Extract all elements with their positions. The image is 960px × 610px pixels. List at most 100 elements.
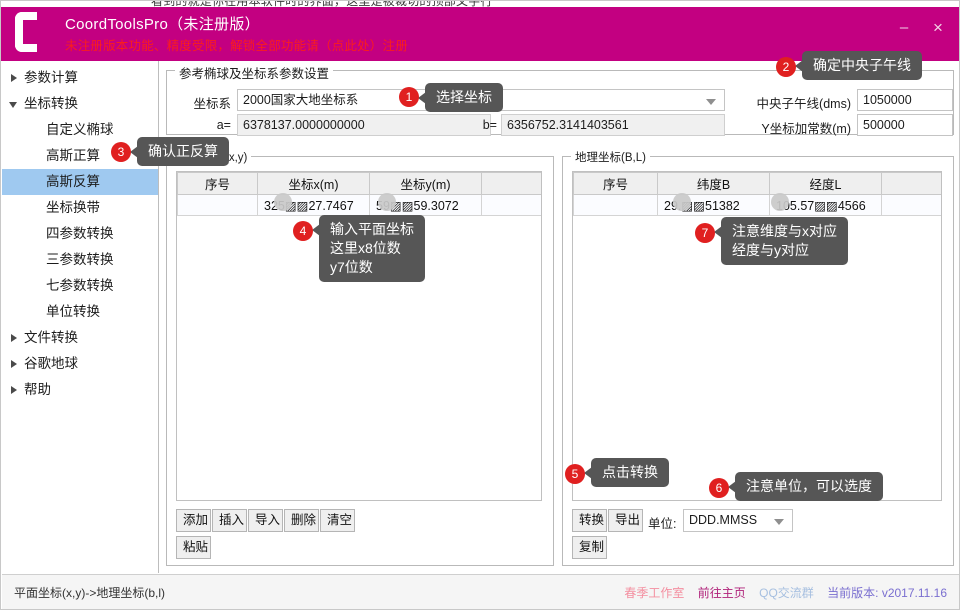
column-header-blank[interactable] xyxy=(881,172,941,195)
callout-5: 点击转换 xyxy=(584,458,669,487)
column-header-blank[interactable] xyxy=(481,172,541,195)
sidebar-item-label: 参数计算 xyxy=(24,70,78,85)
status-link-qq-group[interactable]: QQ交流群 xyxy=(759,586,814,600)
unit-value: DDD.MMSS xyxy=(689,513,758,527)
callout-badge-6: 6 xyxy=(709,478,729,498)
delete-button[interactable]: 删除 xyxy=(284,509,319,532)
sidebar-item-gauss-inverse[interactable]: 高斯反算 xyxy=(2,169,158,195)
sidebar-item-seven-param[interactable]: 七参数转换 xyxy=(2,273,158,299)
cell-index[interactable] xyxy=(573,194,658,216)
close-button[interactable]: × xyxy=(925,17,951,39)
sidebar-item-custom-ellipsoid[interactable]: 自定义椭球 xyxy=(2,117,158,143)
insert-button[interactable]: 插入 xyxy=(212,509,247,532)
import-button[interactable]: 导入 xyxy=(248,509,283,532)
redaction-dot xyxy=(274,193,292,211)
minimize-button[interactable]: – xyxy=(891,17,917,39)
callout-badge-2: 2 xyxy=(776,57,796,77)
chevron-right-icon xyxy=(11,74,17,82)
sidebar-item-label: 自定义椭球 xyxy=(46,122,114,137)
semi-minor-label: b= xyxy=(482,118,497,132)
status-version-label[interactable]: 当前版本: v2017.11.16 xyxy=(827,586,947,600)
status-links: 春季工作室 前往主页 QQ交流群 当前版本: v2017.11.16 xyxy=(614,584,947,601)
sidebar-item-zone-change[interactable]: 坐标换带 xyxy=(2,195,158,221)
sidebar-item-label: 文件转换 xyxy=(24,330,78,345)
sidebar-item-help[interactable]: 帮助 xyxy=(2,377,158,403)
status-bar: 平面坐标(x,y)->地理坐标(b,l) 春季工作室 前往主页 QQ交流群 当前… xyxy=(2,574,959,609)
sidebar-item-param-calc[interactable]: 参数计算 xyxy=(2,65,158,91)
callout-badge-5: 5 xyxy=(565,464,585,484)
redaction-dot xyxy=(771,193,789,211)
callout-6: 注意单位，可以选度 xyxy=(728,472,883,501)
callout-1: 选择坐标 xyxy=(418,83,503,112)
app-title: CoordToolsPro（未注册版） xyxy=(65,16,260,33)
app-logo-icon xyxy=(15,12,61,52)
add-button[interactable]: 添加 xyxy=(176,509,211,532)
callout-badge-3: 3 xyxy=(111,142,131,162)
central-meridian-label: 中央子午线(dms) xyxy=(756,97,851,111)
chevron-right-icon xyxy=(11,386,17,394)
chevron-down-icon xyxy=(9,102,17,108)
register-banner-link[interactable]: 未注册版本功能、精度受限，解锁全部功能请（点此处）注册 xyxy=(65,35,408,54)
semi-major-input[interactable]: 6378137.0000000000 xyxy=(237,114,491,136)
y-offset-input[interactable]: 500000 xyxy=(857,114,953,136)
column-header-longitude[interactable]: 经度L xyxy=(769,172,882,195)
column-header-index[interactable]: 序号 xyxy=(177,172,258,195)
sidebar-item-label: 谷歌地球 xyxy=(24,356,78,371)
sidebar-item-label: 七参数转换 xyxy=(46,278,114,293)
sidebar-item-four-param[interactable]: 四参数转换 xyxy=(2,221,158,247)
sidebar-item-three-param[interactable]: 三参数转换 xyxy=(2,247,158,273)
y-offset-label: Y坐标加常数(m) xyxy=(761,122,851,136)
chevron-right-icon xyxy=(11,360,17,368)
geo-coords-title: 地理坐标(B,L) xyxy=(571,149,650,165)
table-header-row: 序号 坐标x(m) 坐标y(m) xyxy=(177,172,541,195)
sidebar-item-label: 单位转换 xyxy=(46,304,100,319)
central-meridian-input[interactable]: 1050000 xyxy=(857,89,953,111)
callout-2: 确定中央子午线 xyxy=(795,51,922,80)
chevron-right-icon xyxy=(11,334,17,342)
sidebar-item-label: 坐标换带 xyxy=(46,200,100,215)
semi-minor-input[interactable]: 6356752.3141403561 xyxy=(501,114,725,136)
copy-button[interactable]: 复制 xyxy=(572,536,607,559)
callout-4: 输入平面坐标 这里x8位数 y7位数 xyxy=(312,215,425,282)
convert-button[interactable]: 转换 xyxy=(572,509,607,532)
redaction-dot xyxy=(378,193,396,211)
semi-major-label: a= xyxy=(216,118,231,132)
coord-system-label: 坐标系 xyxy=(193,97,231,111)
status-conversion-direction: 平面坐标(x,y)->地理坐标(b,l) xyxy=(14,586,165,600)
table-row[interactable]: 29.▨▨51382 105.57▨▨4566 xyxy=(573,194,941,216)
sidebar-item-label: 帮助 xyxy=(24,382,51,397)
table-header-row: 序号 纬度B 经度L xyxy=(573,172,941,195)
sidebar-nav: 参数计算 坐标转换 自定义椭球 高斯正算 高斯反算 坐标换带 四参数转换 三参数… xyxy=(2,61,159,573)
clear-button[interactable]: 清空 xyxy=(320,509,355,532)
column-header-y[interactable]: 坐标y(m) xyxy=(369,172,482,195)
chevron-down-icon xyxy=(706,99,716,105)
sidebar-item-coord-convert[interactable]: 坐标转换 xyxy=(2,91,158,117)
paste-button[interactable]: 粘贴 xyxy=(176,536,211,559)
column-header-latitude[interactable]: 纬度B xyxy=(657,172,770,195)
ellipsoid-params-title: 参考椭球及坐标系参数设置 xyxy=(175,63,334,82)
app-window: 看到的就是你在用本软件时的界面，这里是被裁切的顶部文字行 CoordToolsP… xyxy=(0,0,960,610)
sidebar-item-label: 高斯正算 xyxy=(46,148,100,163)
sidebar-item-google-earth[interactable]: 谷歌地球 xyxy=(2,351,158,377)
coord-system-value: 2000国家大地坐标系 xyxy=(243,93,359,107)
sidebar-item-unit-convert[interactable]: 单位转换 xyxy=(2,299,158,325)
unit-select[interactable]: DDD.MMSS xyxy=(683,509,793,532)
export-button[interactable]: 导出 xyxy=(608,509,643,532)
table-row[interactable]: 325▨▨27.7467 59▨▨59.3072 xyxy=(177,194,541,216)
chevron-down-icon xyxy=(774,519,784,525)
column-header-x[interactable]: 坐标x(m) xyxy=(257,172,370,195)
redaction-dot xyxy=(673,193,691,211)
callout-7: 注意维度与x对应 经度与y对应 xyxy=(714,217,848,265)
callout-badge-7: 7 xyxy=(695,223,715,243)
sidebar-item-label: 高斯反算 xyxy=(46,174,100,189)
sidebar-item-file-convert[interactable]: 文件转换 xyxy=(2,325,158,351)
status-link-homepage[interactable]: 前往主页 xyxy=(698,586,746,600)
sidebar-item-label: 坐标转换 xyxy=(24,96,78,111)
callout-3: 确认正反算 xyxy=(130,137,229,166)
sidebar-item-label: 四参数转换 xyxy=(46,226,114,241)
cell-index[interactable] xyxy=(177,194,258,216)
cell-blank[interactable] xyxy=(881,194,941,216)
cell-blank[interactable] xyxy=(481,194,541,216)
status-link-studio[interactable]: 春季工作室 xyxy=(624,586,684,600)
column-header-index[interactable]: 序号 xyxy=(573,172,658,195)
